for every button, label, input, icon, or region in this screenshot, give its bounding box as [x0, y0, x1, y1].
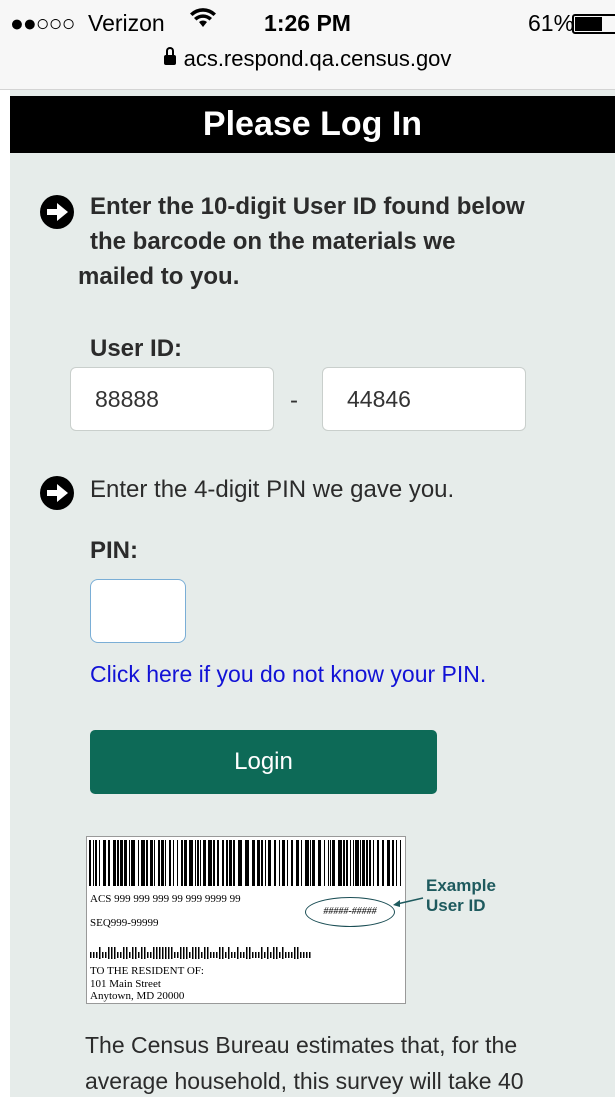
battery-icon — [572, 14, 615, 34]
arrow-right-circle-icon — [40, 476, 74, 510]
address-bar[interactable]: acs.respond.qa.census.gov — [0, 46, 615, 72]
user-id-separator: - — [290, 387, 298, 414]
example-caption-line-2: User ID — [426, 896, 486, 915]
clock: 1:26 PM — [264, 10, 351, 36]
mailing-label-card: ACS 999 999 999 99 999 9999 99 SEQ999-99… — [86, 836, 406, 1004]
example-user-id-caption: Example User ID — [426, 876, 496, 916]
battery-fill — [575, 17, 602, 31]
sequence-number: SEQ999-99999 — [90, 917, 159, 929]
forgot-pin-link[interactable]: Click here if you do not know your PIN. — [90, 661, 486, 688]
address-line-1: TO THE RESIDENT OF: — [90, 965, 204, 977]
page-title: Please Log In — [10, 96, 615, 153]
address-line-3: Anytown, MD 20000 — [90, 990, 185, 1002]
user-id-part2-input[interactable] — [322, 367, 526, 431]
lock-icon — [163, 47, 176, 65]
user-id-instructions: Enter the 10-digit User ID found below t… — [78, 189, 598, 294]
pin-input[interactable] — [90, 579, 186, 643]
address-line-2: 101 Main Street — [90, 978, 161, 990]
user-id-part1-input[interactable] — [70, 367, 274, 431]
user-id-instruction-line-3: mailed to you. — [78, 263, 240, 290]
login-button[interactable]: Login — [90, 730, 437, 794]
time-estimate-text: The Census Bureau estimates that, for th… — [85, 1032, 524, 1094]
pin-label: PIN: — [90, 537, 138, 564]
browser-status-bar: ●●○○○ Verizon 1:26 PM 61% acs.respond.qa… — [0, 0, 615, 90]
user-id-instruction-line-1: Enter the 10-digit User ID found below — [90, 193, 525, 220]
example-user-id-oval: #####-##### — [305, 897, 395, 927]
acs-number: ACS 999 999 999 99 999 9999 99 — [90, 893, 241, 905]
user-id-instruction-line-2: the barcode on the materials we — [90, 228, 456, 255]
pointer-arrow-icon — [393, 897, 424, 907]
login-page: Please Log In Enter the 10-digit User ID… — [10, 90, 615, 1097]
url-text: acs.respond.qa.census.gov — [183, 46, 452, 71]
battery-percent: 61% — [528, 10, 575, 36]
arrow-right-circle-icon — [40, 195, 74, 229]
barcode-image — [89, 840, 401, 886]
example-mailing-label: ACS 999 999 999 99 999 9999 99 SEQ999-99… — [66, 836, 526, 1012]
user-id-label: User ID: — [90, 335, 183, 362]
pin-instructions: Enter the 4-digit PIN we gave you. — [90, 476, 455, 503]
status-row: ●●○○○ Verizon 1:26 PM 61% — [0, 8, 615, 40]
example-caption-line-1: Example — [426, 876, 496, 895]
postal-barcode-image — [90, 947, 311, 959]
